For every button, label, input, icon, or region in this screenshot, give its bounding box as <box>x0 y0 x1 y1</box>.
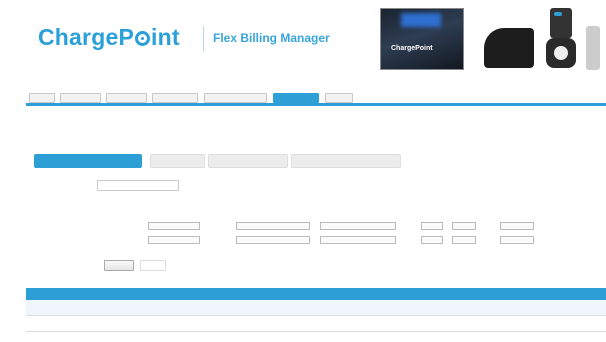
tab-2[interactable] <box>60 93 101 103</box>
charging-station-illustration <box>476 6 602 74</box>
pricing-row-1-time-to[interactable] <box>320 222 396 230</box>
profiles-table-header <box>26 288 606 300</box>
pricing-row-2-time-from[interactable] <box>236 236 310 244</box>
tab-1[interactable] <box>29 93 55 103</box>
hero-label: ChargePoint <box>391 45 433 52</box>
pricing-row-1-time-from[interactable] <box>236 222 310 230</box>
table-row[interactable] <box>26 316 606 332</box>
logo-text-left: ChargeP <box>38 24 134 50</box>
tab-3[interactable] <box>106 93 147 103</box>
subtab-4[interactable] <box>291 154 401 168</box>
chargepoint-logo[interactable]: ChargeP int <box>38 24 180 51</box>
tab-underline <box>26 103 606 106</box>
pricing-row-2-fixed[interactable] <box>421 236 443 244</box>
page-header: ChargeP int Flex Billing Manager ChargePo… <box>0 0 606 86</box>
logo-o-icon <box>134 31 150 46</box>
app-title: Flex Billing Manager <box>213 31 330 45</box>
pricing-row-2-rate[interactable] <box>452 236 476 244</box>
pricing-row-1-fixed[interactable] <box>421 222 443 230</box>
tab-5[interactable] <box>204 93 267 103</box>
submit-button[interactable] <box>104 260 134 271</box>
pricing-row-2-day-select[interactable] <box>148 236 200 244</box>
table-row[interactable] <box>26 300 606 316</box>
pricing-row-2-priority[interactable] <box>500 236 534 244</box>
subtab-2[interactable] <box>150 154 205 168</box>
subtab-3[interactable] <box>208 154 288 168</box>
subtab-1[interactable] <box>34 154 142 168</box>
tab-7[interactable] <box>325 93 353 103</box>
pricing-row-1-priority[interactable] <box>500 222 534 230</box>
hero-image: ChargePoint <box>380 8 464 70</box>
tab-4[interactable] <box>152 93 198 103</box>
pricing-row-1-rate[interactable] <box>452 222 476 230</box>
tab-active[interactable] <box>273 93 319 103</box>
profile-name-input[interactable] <box>97 180 179 191</box>
cancel-button[interactable] <box>140 260 166 271</box>
logo-text-right: int <box>150 24 180 50</box>
header-divider <box>203 26 204 52</box>
pricing-row-2-time-to[interactable] <box>320 236 396 244</box>
pricing-row-1-day-select[interactable] <box>148 222 200 230</box>
